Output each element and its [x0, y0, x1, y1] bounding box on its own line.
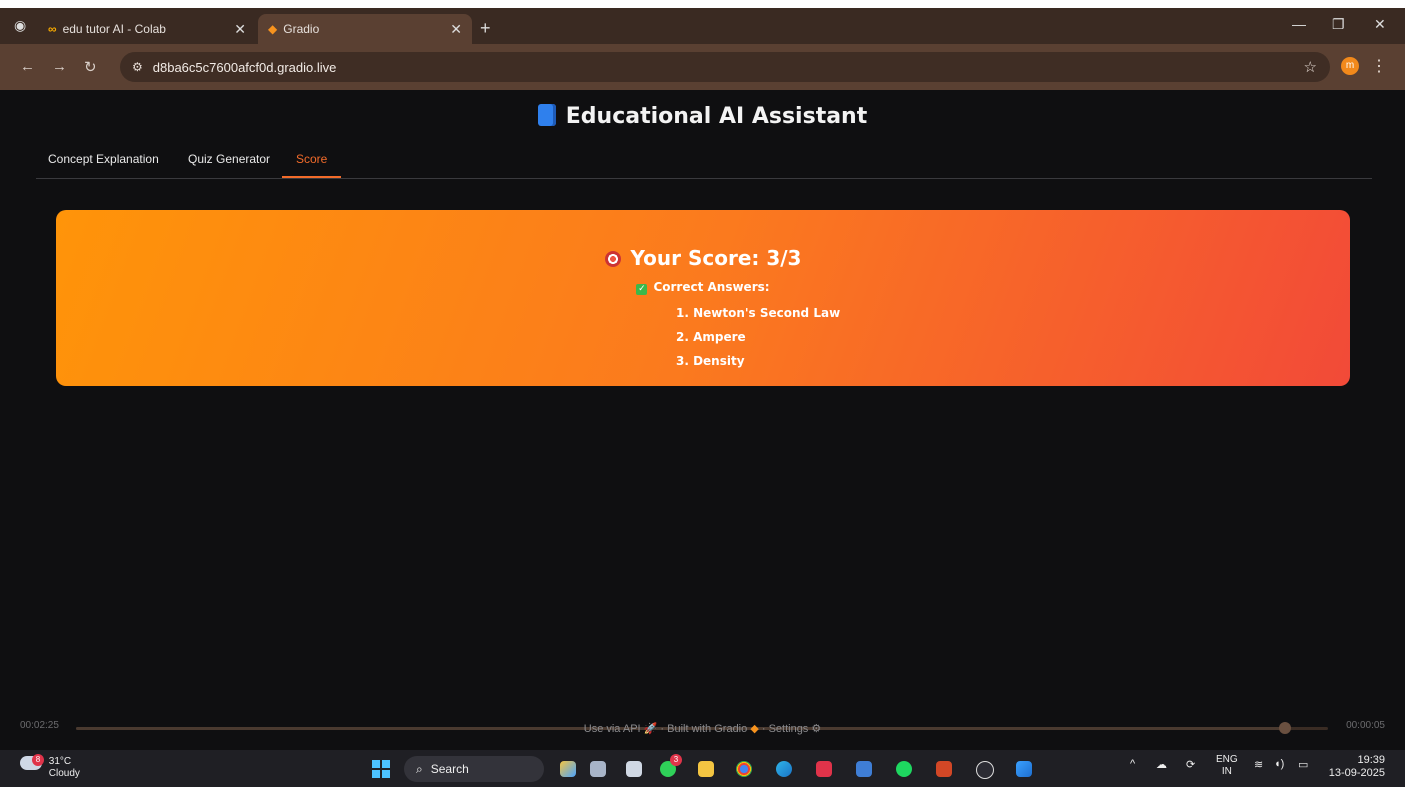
system-clock[interactable]: 19:39 13-09-2025 — [1329, 754, 1385, 780]
battery-icon[interactable]: ▭ — [1298, 758, 1308, 771]
url-field[interactable]: ⚙ d8ba6c5c7600afcf0d.gradio.live — [120, 52, 1330, 82]
store-icon[interactable] — [856, 761, 872, 777]
widgets-icon[interactable] — [626, 761, 642, 777]
settings-link[interactable]: Settings — [769, 723, 809, 735]
forward-icon[interactable]: → — [52, 58, 67, 75]
score-card: Your Score: 3/3 ✓ Correct Answers: 1. New… — [56, 210, 1350, 386]
gradio-icon: ◆ — [268, 22, 278, 36]
weather-temp: 31°C — [48, 756, 72, 767]
onedrive-icon[interactable]: ☁ — [1156, 758, 1167, 771]
clock-date: 13-09-2025 — [1328, 767, 1385, 779]
check-icon: ✓ — [636, 284, 648, 295]
tab-quiz-generator[interactable]: Quiz Generator — [188, 152, 270, 176]
browser-tab-bar: ◉ ∞ edu tutor AI - Colab ✕ ◆ Gradio ✕ + … — [0, 8, 1405, 44]
book-icon — [537, 104, 556, 126]
minimize-icon[interactable]: — — [1292, 16, 1306, 32]
copilot-icon[interactable] — [560, 761, 576, 777]
tab-gradio[interactable]: ◆ Gradio ✕ — [258, 14, 472, 44]
gear-icon: ⚙ — [811, 723, 822, 735]
language-indicator[interactable]: ENG IN — [1216, 754, 1238, 778]
photos-icon[interactable] — [1016, 761, 1032, 777]
close-icon[interactable]: ✕ — [450, 21, 462, 38]
browser-menu-icon[interactable]: ◉ — [14, 17, 26, 34]
close-window-icon[interactable]: ✕ — [1374, 16, 1386, 33]
search-icon: ⌕ — [416, 761, 423, 776]
taskbar-search-label: Search — [430, 762, 469, 776]
weather-desc: Cloudy — [48, 768, 80, 779]
tab-concept-explanation[interactable]: Concept Explanation — [48, 152, 159, 176]
score-title-text: Your Score: 3/3 — [630, 246, 802, 270]
spotify-icon[interactable] — [896, 761, 912, 777]
media-player-icon[interactable] — [976, 761, 994, 779]
use-api-link[interactable]: Use via API — [584, 723, 641, 735]
reload-icon[interactable]: ↻ — [84, 58, 97, 76]
colab-icon: ∞ — [48, 22, 57, 36]
gradio-footer: Use via API 🚀 · Built with Gradio ◆ · Se… — [583, 723, 822, 735]
page-title: Educational AI Assistant — [0, 104, 1405, 129]
chrome-icon[interactable] — [736, 761, 752, 777]
answers-list: 1. Newton's Second Law 2. Ampere 3. Dens… — [616, 306, 916, 378]
new-tab-button[interactable]: + — [480, 18, 491, 39]
tab-colab-label: edu tutor AI - Colab — [62, 22, 166, 36]
gradio-logo-icon: ◆ — [750, 723, 759, 735]
lang-top: ENG — [1216, 754, 1238, 765]
close-icon[interactable]: ✕ — [234, 21, 246, 38]
taskbar: 8 31°C Cloudy ⌕ Search 3 ^ ☁ ⟳ ENG IN ≋ … — [0, 750, 1405, 787]
powerpoint-icon[interactable] — [936, 761, 952, 777]
app-tabs: Concept Explanation Quiz Generator Score — [36, 148, 1372, 179]
tab-gradio-label: Gradio — [283, 22, 320, 36]
correct-answers-heading-text: Correct Answers: — [653, 280, 770, 294]
weather-widget[interactable]: 8 31°C Cloudy — [20, 754, 80, 780]
whatsapp-badge: 3 — [670, 754, 682, 766]
clock-time: 19:39 — [1357, 754, 1385, 766]
video-player-bar: 00:02:25 00:00:05 Use via API 🚀 · Built … — [0, 712, 1405, 742]
windows-start-icon[interactable] — [372, 760, 390, 778]
sync-icon[interactable]: ⟳ — [1186, 758, 1195, 771]
tray-chevron-icon[interactable]: ^ — [1130, 758, 1135, 770]
restore-icon[interactable]: ❐ — [1332, 16, 1345, 33]
taskview-icon[interactable] — [590, 761, 606, 777]
answer-item: 3. Density — [676, 354, 745, 368]
volume-icon[interactable]: ◖) — [1274, 758, 1284, 770]
answer-item: 2. Ampere — [676, 330, 746, 344]
answer-item: 1. Newton's Second Law — [676, 306, 841, 320]
screen: ◉ ∞ edu tutor AI - Colab ✕ ◆ Gradio ✕ + … — [0, 8, 1405, 787]
score-title: Your Score: 3/3 — [56, 246, 1350, 270]
site-info-icon[interactable]: ⚙ — [132, 60, 143, 74]
tab-score[interactable]: Score — [282, 152, 342, 178]
target-icon — [604, 251, 621, 267]
weather-badge: 8 — [32, 754, 44, 766]
built-with-gradio-link[interactable]: Built with Gradio — [667, 723, 747, 735]
bookmark-star-icon[interactable]: ☆ — [1304, 58, 1317, 76]
youtube-icon[interactable] — [816, 761, 832, 777]
rocket-icon: 🚀 — [643, 723, 658, 735]
correct-answers-heading: ✓ Correct Answers: — [56, 280, 1350, 295]
address-bar: ← → ↻ ⚙ d8ba6c5c7600afcf0d.gradio.live ☆… — [0, 44, 1405, 90]
browser-kebab-icon[interactable]: ⋮ — [1371, 56, 1387, 76]
page-title-text: Educational AI Assistant — [565, 104, 868, 129]
edge-icon[interactable] — [776, 761, 792, 777]
top-strip — [0, 0, 1405, 8]
profile-avatar[interactable]: m — [1341, 57, 1359, 75]
back-icon[interactable]: ← — [20, 58, 35, 75]
taskbar-search[interactable]: ⌕ Search — [404, 756, 544, 782]
wifi-icon[interactable]: ≋ — [1254, 758, 1263, 771]
url-text: d8ba6c5c7600afcf0d.gradio.live — [152, 59, 337, 75]
tab-colab[interactable]: ∞ edu tutor AI - Colab ✕ — [40, 14, 256, 44]
file-explorer-icon[interactable] — [698, 761, 714, 777]
lang-bottom: IN — [1221, 766, 1232, 777]
